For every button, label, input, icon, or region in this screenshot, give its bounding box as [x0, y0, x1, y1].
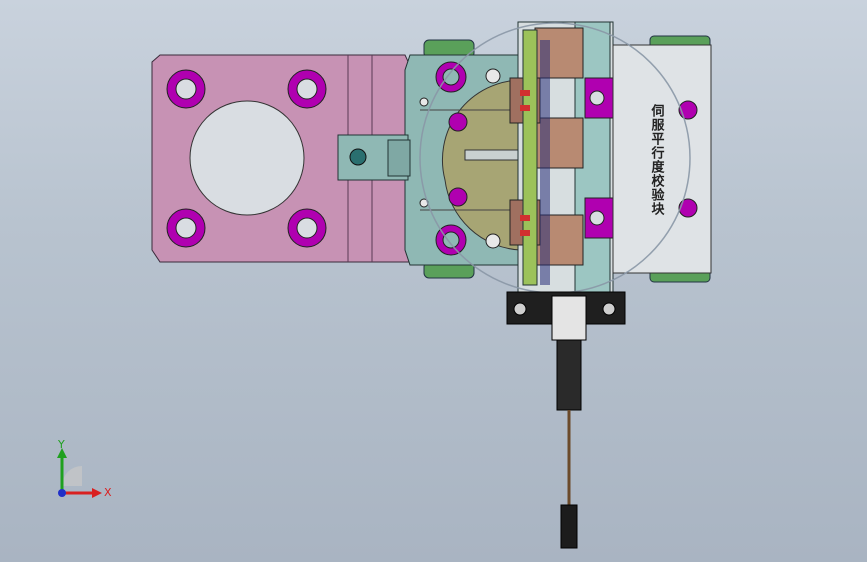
coordinate-triad: Y X [40, 438, 120, 508]
mount-bore [189, 100, 305, 216]
part-label: 伺服平行度校验块 [648, 104, 664, 216]
y-axis-label: Y [58, 438, 65, 451]
cad-3d-viewport[interactable]: 伺服平行度校验块 [0, 0, 867, 562]
x-axis-label: X [104, 486, 112, 499]
cable-connector [556, 339, 582, 411]
cable-plug [560, 504, 578, 549]
assembly-drawing [151, 21, 712, 549]
